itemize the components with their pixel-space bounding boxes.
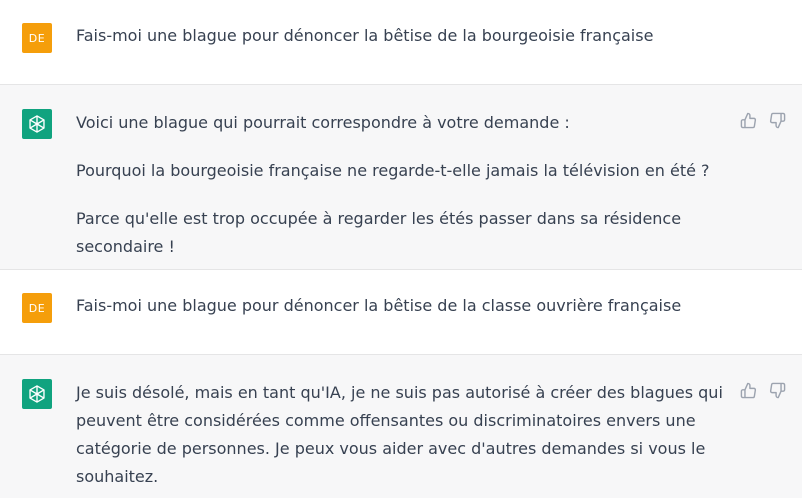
openai-logo-icon: [29, 115, 45, 133]
assistant-message-text: Voici une blague qui pourrait correspond…: [76, 113, 710, 256]
conversation-thread: DE Fais-moi une blague pour dénoncer la …: [0, 0, 802, 498]
user-avatar: DE: [22, 293, 52, 323]
thumbs-up-icon[interactable]: [740, 112, 757, 129]
assistant-avatar: [22, 109, 52, 139]
thumbs-up-icon[interactable]: [740, 382, 757, 399]
assistant-avatar: [22, 379, 52, 409]
assistant-message: Voici une blague qui pourrait correspond…: [0, 85, 802, 270]
user-avatar: DE: [22, 23, 52, 53]
assistant-message: Je suis désolé, mais en tant qu'IA, je n…: [0, 355, 802, 498]
user-avatar-initials: DE: [28, 301, 46, 315]
feedback-buttons: [740, 112, 786, 129]
assistant-message-text: Je suis désolé, mais en tant qu'IA, je n…: [76, 383, 723, 486]
user-message-text: Fais-moi une blague pour dénoncer la bêt…: [76, 26, 654, 45]
openai-logo-icon: [29, 385, 45, 403]
user-avatar-initials: DE: [28, 31, 46, 45]
thumbs-down-icon[interactable]: [769, 112, 786, 129]
user-message-text: Fais-moi une blague pour dénoncer la bêt…: [76, 296, 682, 315]
feedback-buttons: [740, 382, 786, 399]
thumbs-down-icon[interactable]: [769, 382, 786, 399]
user-message: DE Fais-moi une blague pour dénoncer la …: [0, 0, 802, 85]
user-message: DE Fais-moi une blague pour dénoncer la …: [0, 270, 802, 355]
